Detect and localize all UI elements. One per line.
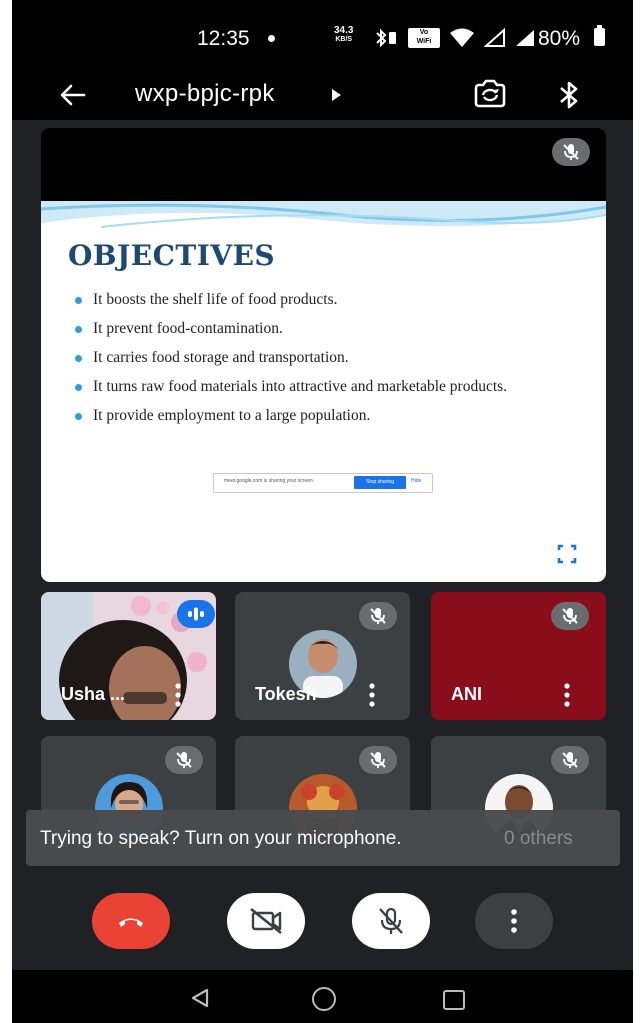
android-nav-bar <box>12 970 633 1023</box>
vowifi-badge: Vo WiFi <box>408 28 440 48</box>
vowifi-badge-bottom: WiFi <box>416 38 432 45</box>
stop-sharing-button: Stop sharing <box>354 476 406 489</box>
slide-bullet: It carries food storage and transportati… <box>75 347 595 369</box>
mic-off-icon <box>370 608 386 624</box>
slide-bullet: It boosts the shelf life of food product… <box>75 289 595 311</box>
nav-home-icon[interactable] <box>312 987 336 1011</box>
camera-toggle-button[interactable] <box>227 893 305 949</box>
phone-screen: 12:35 34.3 KB/S Vo WiFi 80% wxp-bpjc-rpk… <box>12 0 633 1023</box>
hide-link: Hide <box>411 478 422 484</box>
slide-wave-decoration <box>41 201 606 241</box>
speaking-indicator <box>177 600 215 628</box>
end-call-button[interactable] <box>92 893 170 949</box>
participant-name: Tokesh <box>255 684 317 704</box>
participant-tile-tokesh[interactable]: Tokesh <box>235 592 410 720</box>
camera-switch-icon <box>474 79 506 108</box>
network-speed: 34.3 KB/S <box>334 26 353 44</box>
network-speed-value: 34.3 <box>334 25 354 36</box>
toast-message: Trying to speak? Turn on your microphone… <box>40 828 402 849</box>
others-count-label: 0 others <box>504 828 573 849</box>
shared-slide: OBJECTIVES It boosts the shelf life of f… <box>41 201 606 582</box>
participant-name: ANI <box>451 684 482 704</box>
fullscreen-button[interactable] <box>541 536 593 572</box>
mic-off-icon <box>176 752 192 768</box>
wifi-icon <box>450 28 474 47</box>
muted-badge <box>551 602 589 630</box>
participant-more-icon[interactable] <box>564 682 570 708</box>
status-icons: Vo WiFi <box>374 26 536 50</box>
nav-recents-icon[interactable] <box>443 990 465 1010</box>
mic-off-icon <box>563 144 579 160</box>
muted-badge <box>551 746 589 774</box>
more-options-button[interactable] <box>475 893 553 949</box>
mic-off-icon <box>370 752 386 768</box>
battery-icon <box>594 25 605 46</box>
slide-bullet: It turns raw food materials into attract… <box>75 376 595 398</box>
signal-empty-icon <box>484 28 505 47</box>
participant-more-icon[interactable] <box>175 682 181 708</box>
mic-off-icon <box>562 608 578 624</box>
meeting-code[interactable]: wxp-bpjc-rpk <box>135 80 275 108</box>
notification-dot-icon <box>268 35 275 42</box>
screen-share-notice: meet.google.com is sharing your screen. … <box>213 473 433 493</box>
mic-off-icon <box>562 752 578 768</box>
network-speed-unit: KB/S <box>335 36 353 43</box>
vowifi-badge-top: Vo <box>419 29 429 36</box>
slide-bullet-list: It boosts the shelf life of food product… <box>75 289 595 434</box>
share-notice-text: meet.google.com is sharing your screen. <box>224 478 315 484</box>
presenting-label: Usha M is presenting <box>61 544 253 565</box>
microphone-toast: Trying to speak? Turn on your microphone… <box>26 810 620 866</box>
slide-bullet: It prevent food-contamination. <box>75 318 595 340</box>
audio-output-button[interactable] <box>554 76 584 114</box>
camera-off-icon <box>250 907 282 935</box>
nav-back-icon[interactable] <box>190 988 210 1008</box>
mic-off-icon <box>379 907 403 934</box>
presentation-tile[interactable]: OBJECTIVES It boosts the shelf life of f… <box>41 128 606 582</box>
meeting-details-arrow-icon[interactable] <box>332 89 341 101</box>
meeting-header: wxp-bpjc-rpk <box>12 70 633 120</box>
status-bar: 12:35 34.3 KB/S Vo WiFi 80% <box>12 0 633 70</box>
fullscreen-icon <box>557 544 577 564</box>
back-arrow-icon <box>60 84 86 106</box>
muted-badge <box>165 746 203 774</box>
battery-percent: 80% <box>538 27 581 50</box>
participant-tile-usha[interactable]: Usha ... <box>41 592 216 720</box>
muted-badge <box>359 602 397 630</box>
hang-up-icon <box>119 918 143 927</box>
presenter-muted-badge <box>552 138 590 166</box>
participant-tile-ani[interactable]: ANI <box>431 592 606 720</box>
bluetooth-icon <box>560 81 578 109</box>
back-button[interactable] <box>56 78 90 112</box>
participant-more-icon[interactable] <box>369 682 375 708</box>
status-time: 12:35 <box>197 27 250 50</box>
muted-badge <box>359 746 397 774</box>
signal-full-icon <box>516 30 534 46</box>
switch-camera-button[interactable] <box>470 76 510 114</box>
more-vert-icon <box>511 909 517 933</box>
participant-name: Usha ... <box>61 684 126 704</box>
mic-toggle-button[interactable] <box>352 893 430 949</box>
slide-title: OBJECTIVES <box>68 239 276 272</box>
bluetooth-vibrate-icon <box>376 28 396 48</box>
slide-bullet: It provide employment to a large populat… <box>75 405 595 427</box>
